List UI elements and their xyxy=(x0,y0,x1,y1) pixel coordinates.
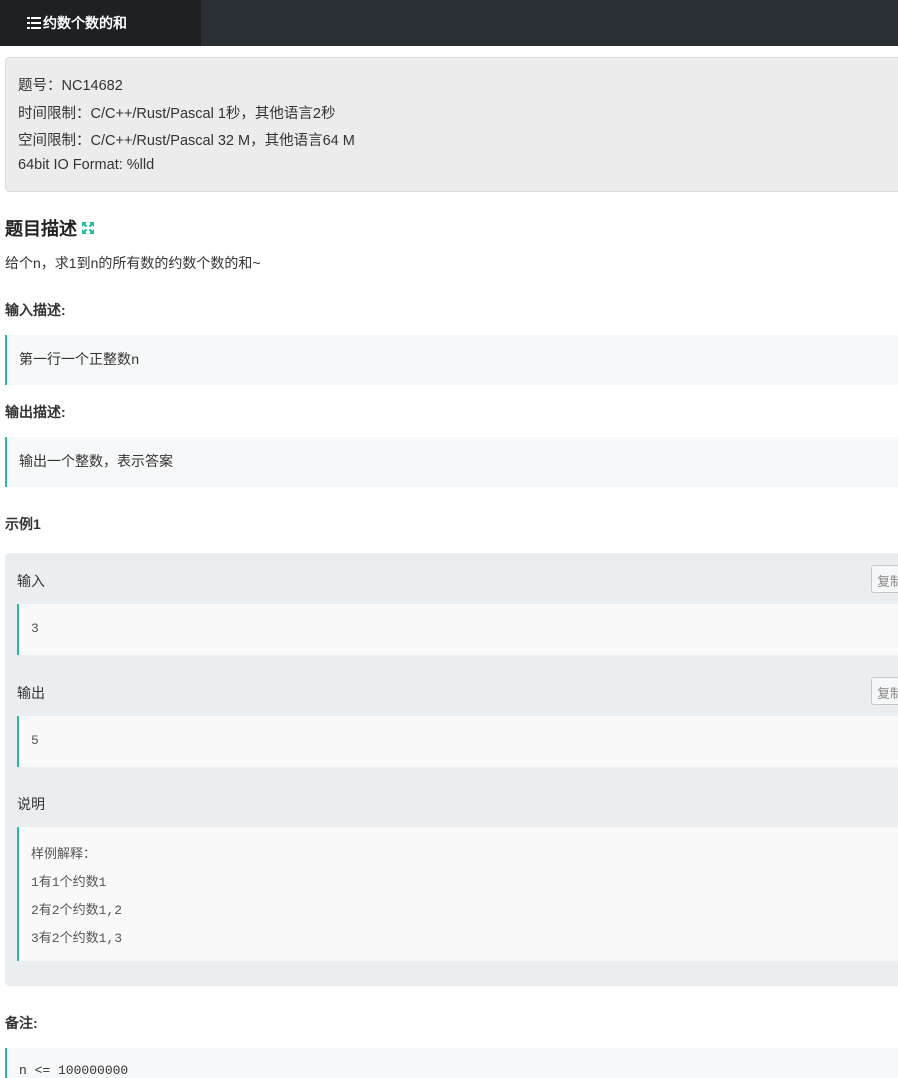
example-panel: 输入 复制 3 输出 复制 5 说明 样例解释： 1有1个约数1 2有2个约数1… xyxy=(5,553,898,986)
example-input-label: 输入 xyxy=(17,573,45,589)
notes-text: n <= 100000000 xyxy=(19,1063,129,1078)
input-description-text: 第一行一个正整数n xyxy=(19,349,139,369)
output-description-heading: 输出描述: xyxy=(5,404,66,420)
copy-output-button[interactable]: 复制 xyxy=(871,677,898,705)
explain-line: 样例解释： xyxy=(31,847,97,862)
notes-block: n <= 100000000 xyxy=(5,1048,898,1078)
example-input-value: 3 xyxy=(31,621,39,636)
list-icon xyxy=(27,17,41,29)
example-explain-label: 说明 xyxy=(17,796,45,812)
time-limit: 时间限制：C/C++/Rust/Pascal 1秒，其他语言2秒 xyxy=(18,106,336,122)
description-heading: 题目描述 xyxy=(5,215,95,241)
input-description-cn: 第一行一个正整数 xyxy=(19,351,131,367)
top-bar: 约数个数的和 xyxy=(0,0,898,46)
problem-title: 约数个数的和 xyxy=(43,15,127,31)
description-heading-text: 题目描述 xyxy=(5,219,77,239)
output-description-block: 输出一个整数，表示答案 xyxy=(5,437,898,487)
problem-id: 题号：NC14682 xyxy=(18,78,123,94)
input-description-block: 第一行一个正整数n xyxy=(5,335,898,385)
input-description-var: n xyxy=(131,353,140,369)
problem-info-panel: 题号：NC14682 时间限制：C/C++/Rust/Pascal 1秒，其他语… xyxy=(5,57,898,192)
io-format: 64bit IO Format: %lld xyxy=(18,157,155,173)
example-heading: 示例1 xyxy=(5,516,41,532)
problem-tab[interactable]: 约数个数的和 xyxy=(0,0,201,46)
explain-line: 1有1个约数1 xyxy=(31,875,107,890)
example-output-value: 5 xyxy=(31,733,39,748)
example-output-label: 输出 xyxy=(17,685,45,701)
expand-icon[interactable] xyxy=(81,221,95,235)
explain-line: 2有2个约数1,2 xyxy=(31,903,123,918)
output-description-text: 输出一个整数，表示答案 xyxy=(19,453,173,469)
example-output-block: 5 xyxy=(17,716,898,767)
space-limit: 空间限制：C/C++/Rust/Pascal 32 M，其他语言64 M xyxy=(18,133,355,149)
notes-heading: 备注: xyxy=(5,1015,38,1031)
example-input-block: 3 xyxy=(17,604,898,655)
input-description-heading: 输入描述: xyxy=(5,302,66,318)
copy-input-button[interactable]: 复制 xyxy=(871,565,898,593)
explain-line: 3有2个约数1,3 xyxy=(31,931,123,946)
example-explain-block: 样例解释： 1有1个约数1 2有2个约数1,2 3有2个约数1,3 xyxy=(17,827,898,961)
description-text: 给个n，求1到n的所有数的约数个数的和~ xyxy=(5,255,261,271)
